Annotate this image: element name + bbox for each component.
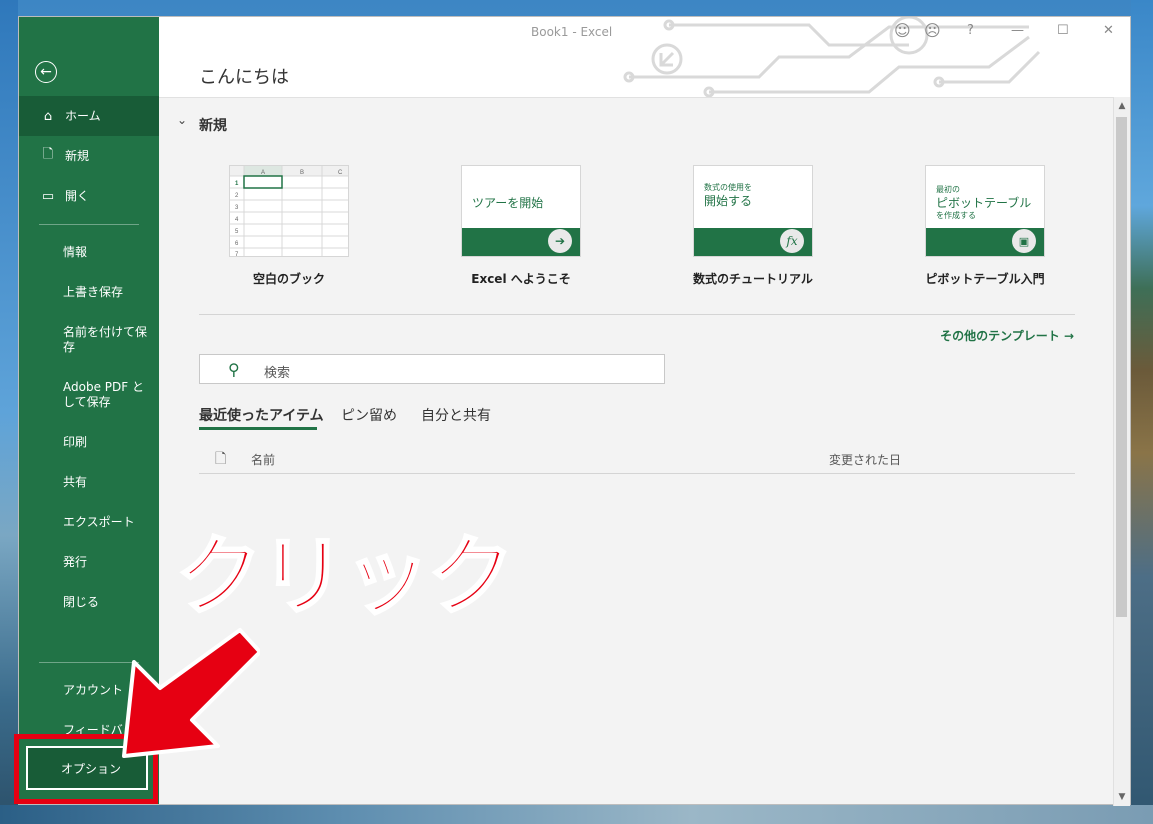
nav-publish-label: 発行 <box>63 554 88 569</box>
circuit-decoration <box>623 17 1041 97</box>
nav-open[interactable]: ▭ 開く <box>19 176 159 216</box>
template-label: Excel へようこそ <box>471 272 571 286</box>
desktop-background-left <box>0 0 18 824</box>
template-label: 空白のブック <box>252 272 325 286</box>
nav-print[interactable]: 印刷 <box>19 422 159 462</box>
nav-save-pdf-label: Adobe PDF として保存 <box>63 380 144 409</box>
annotation-arrow-icon <box>122 628 260 758</box>
svg-text:1: 1 <box>235 181 239 187</box>
template-blank-workbook[interactable]: A B C 1 2 3 4 5 6 7 <box>229 165 349 257</box>
spreadsheet-grid-icon: A B C 1 2 3 4 5 6 7 <box>230 166 348 257</box>
minimize-button[interactable]: — <box>1011 23 1024 38</box>
home-icon: ⌂ <box>43 108 53 124</box>
function-icon: fx <box>780 229 804 253</box>
pivot-table-icon: ▣ <box>1012 229 1036 253</box>
more-templates-link[interactable]: その他のテンプレート → <box>940 327 1074 344</box>
scroll-thumb[interactable] <box>1116 117 1127 617</box>
tab-recent[interactable]: 最近使ったアイテム <box>199 405 324 425</box>
scroll-up-icon[interactable]: ▲ <box>1114 99 1130 113</box>
svg-text:5: 5 <box>235 229 239 235</box>
window-title: Book1 - Excel <box>531 25 613 39</box>
new-file-icon: 🗋 <box>42 147 54 162</box>
nav-save-as[interactable]: 名前を付けて保存 <box>19 317 159 363</box>
title-bar: Book1 - Excel こんにちは ☺ ☹ ? — ☐ ✕ <box>159 17 1130 98</box>
nav-export-label: エクスポート <box>63 514 135 529</box>
chevron-down-icon[interactable]: ⌄ <box>177 113 187 127</box>
search-input[interactable]: ⚲ 検索 <box>199 354 665 384</box>
template-thumb-text: を作成する <box>936 211 976 220</box>
template-thumb-text: 開始する <box>704 194 753 208</box>
nav-info-label: 情報 <box>63 244 88 259</box>
scroll-down-icon[interactable]: ▼ <box>1114 790 1130 804</box>
nav-save[interactable]: 上書き保存 <box>19 272 159 312</box>
tab-pinned[interactable]: ピン留め <box>341 405 397 425</box>
nav-divider <box>39 224 139 225</box>
frown-icon[interactable]: ☹ <box>924 21 941 40</box>
close-button[interactable]: ✕ <box>1103 23 1114 38</box>
back-button[interactable]: ← <box>35 61 57 83</box>
annotation-click-text: クリック <box>175 526 516 629</box>
template-welcome[interactable]: ツアーを開始 ➔ <box>461 165 581 257</box>
template-label: 数式のチュートリアル <box>693 272 813 286</box>
help-icon[interactable]: ? <box>967 23 974 38</box>
template-label: ピボットテーブル入門 <box>925 272 1045 286</box>
svg-text:6: 6 <box>235 241 239 247</box>
arrow-right-icon: ➔ <box>548 229 572 253</box>
file-icon: 🗋 <box>215 451 227 467</box>
nav-info[interactable]: 情報 <box>19 232 159 272</box>
search-icon: ⚲ <box>228 360 240 379</box>
nav-publish[interactable]: 発行 <box>19 542 159 582</box>
vertical-scrollbar[interactable]: ▲ ▼ <box>1113 97 1130 806</box>
nav-new-label: 新規 <box>65 148 90 163</box>
desktop-background-bottom <box>0 805 1153 824</box>
nav-save-as-label: 名前を付けて保存 <box>63 325 148 354</box>
svg-text:3: 3 <box>235 205 239 211</box>
template-thumb-text: ピボットテーブル <box>936 196 1032 210</box>
template-formula-tutorial[interactable]: 数式の使用を 開始する fx <box>693 165 813 257</box>
column-header-modified[interactable]: 変更された日 <box>829 451 901 468</box>
template-pivottable[interactable]: 最初の ピボットテーブル を作成する ▣ <box>925 165 1045 257</box>
nav-share[interactable]: 共有 <box>19 462 159 502</box>
nav-save-label: 上書き保存 <box>63 284 124 299</box>
svg-text:4: 4 <box>235 217 239 223</box>
nav-print-label: 印刷 <box>63 434 88 449</box>
svg-text:B: B <box>300 170 304 176</box>
svg-text:7: 7 <box>235 252 239 257</box>
svg-text:C: C <box>338 170 343 176</box>
nav-close[interactable]: 閉じる <box>19 582 159 622</box>
search-placeholder: 検索 <box>264 366 291 381</box>
nav-home-label: ホーム <box>65 108 101 123</box>
arrow-left-icon: ← <box>40 64 52 80</box>
divider <box>199 314 1075 315</box>
greeting-text: こんにちは <box>199 67 289 88</box>
nav-close-label: 閉じる <box>63 594 100 609</box>
nav-share-label: 共有 <box>63 474 88 489</box>
main-content: Book1 - Excel こんにちは ☺ ☹ ? — ☐ ✕ ⌄ 新規 A B… <box>159 17 1130 806</box>
nav-save-pdf[interactable]: Adobe PDF として保存 <box>19 372 159 418</box>
desktop-background-right <box>1131 0 1153 824</box>
nav-open-label: 開く <box>65 188 90 203</box>
tab-shared[interactable]: 自分と共有 <box>421 405 491 425</box>
svg-text:A: A <box>261 170 265 176</box>
section-title-new: 新規 <box>199 118 227 134</box>
maximize-button[interactable]: ☐ <box>1057 23 1069 38</box>
nav-new[interactable]: 🗋 新規 <box>19 136 159 176</box>
svg-text:2: 2 <box>235 193 239 199</box>
divider <box>199 473 1075 474</box>
folder-open-icon: ▭ <box>41 188 55 204</box>
template-thumb-text: ツアーを開始 <box>472 196 544 210</box>
column-header-name[interactable]: 名前 <box>251 451 275 468</box>
smile-icon[interactable]: ☺ <box>894 21 911 40</box>
tab-active-indicator <box>199 427 317 430</box>
nav-home[interactable]: ⌂ ホーム <box>19 96 159 136</box>
nav-export[interactable]: エクスポート <box>19 502 159 542</box>
